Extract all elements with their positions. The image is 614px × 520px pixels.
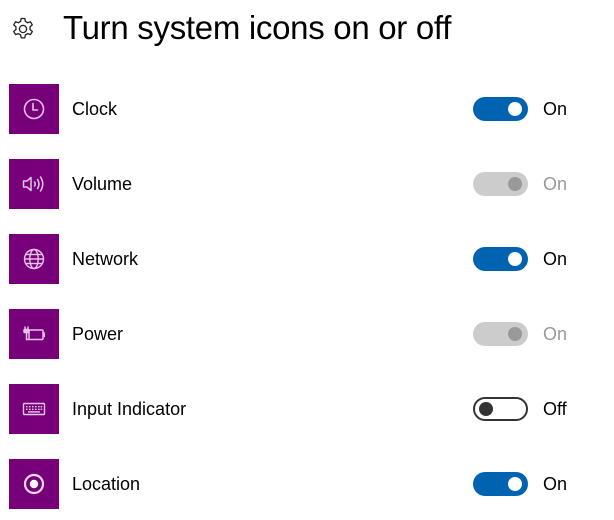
power-toggle [473, 322, 528, 346]
setting-row-power: Power On [0, 309, 614, 359]
toggle-state-label: On [543, 174, 568, 194]
network-toggle[interactable] [473, 247, 528, 271]
setting-label: Location [72, 474, 141, 494]
setting-label: Volume [72, 174, 133, 194]
setting-label: Input Indicator [72, 399, 187, 419]
setting-label: Network [72, 249, 139, 269]
toggle-knob [508, 177, 522, 191]
volume-icon [22, 176, 44, 192]
setting-row-clock: Clock On [0, 84, 614, 134]
input-indicator-toggle[interactable] [473, 397, 528, 421]
power-tile [9, 309, 59, 359]
toggle-knob [508, 327, 522, 341]
setting-row-volume: Volume On [0, 159, 614, 209]
page-title: Turn system icons on or off [63, 9, 452, 46]
clock-tile [9, 84, 59, 134]
setting-row-network: Network On [0, 234, 614, 284]
battery-plug-icon [23, 326, 46, 341]
toggle-state-label: On [543, 99, 568, 119]
setting-row-location: Location On [0, 459, 614, 509]
location-tile [9, 459, 59, 509]
toggle-knob [508, 102, 522, 116]
input-indicator-tile [9, 384, 59, 434]
toggle-state-label: On [543, 474, 568, 494]
toggle-state-label: On [543, 324, 568, 344]
toggle-state-label: On [543, 249, 568, 269]
page-header: Turn system icons on or off [0, 0, 614, 60]
volume-toggle [473, 172, 528, 196]
setting-label: Power [72, 324, 124, 344]
toggle-knob [479, 402, 493, 416]
toggle-state-label: Off [543, 399, 567, 419]
globe-icon [23, 248, 45, 270]
volume-tile [9, 159, 59, 209]
keyboard-icon [22, 402, 46, 416]
gear-icon [13, 17, 33, 39]
setting-label: Clock [72, 99, 118, 119]
network-tile [9, 234, 59, 284]
location-toggle[interactable] [473, 472, 528, 496]
clock-toggle[interactable] [473, 97, 528, 121]
toggle-knob [508, 252, 522, 266]
setting-row-input-indicator: Input Indicator Off [0, 384, 614, 434]
clock-icon [23, 98, 45, 120]
toggle-knob [508, 477, 522, 491]
location-icon [23, 473, 45, 495]
